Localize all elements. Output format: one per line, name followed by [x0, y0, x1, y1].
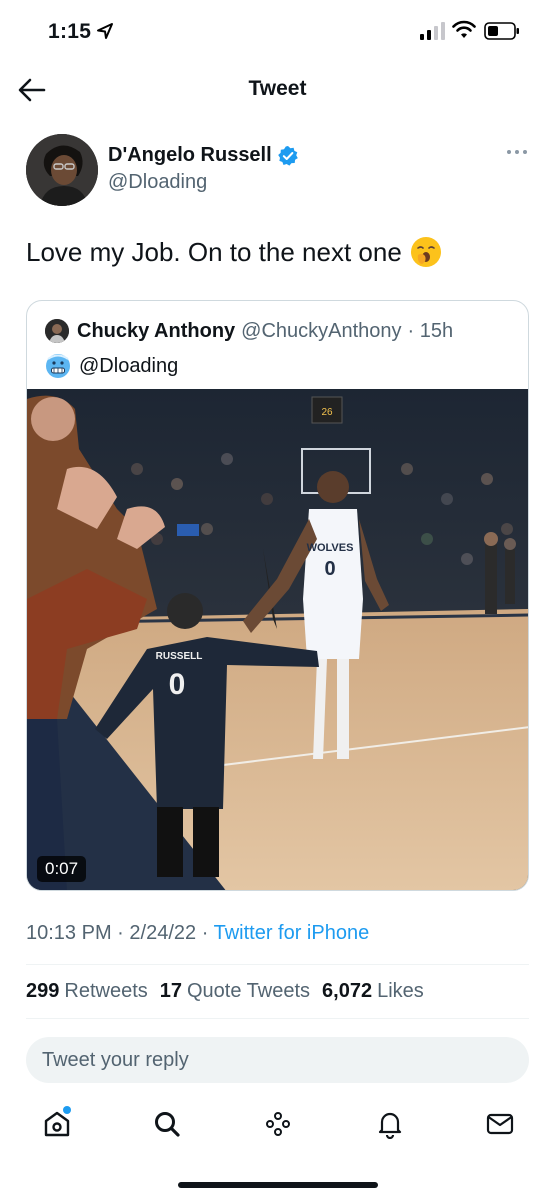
likes-stat[interactable]: 6,072 Likes	[322, 980, 424, 1003]
author-handle[interactable]: @Dloading	[108, 171, 207, 194]
video-duration: 0:07	[37, 856, 87, 882]
tab-notifications[interactable]	[370, 1104, 410, 1144]
meta-separator: ·	[117, 922, 124, 944]
home-indicator	[178, 1182, 378, 1188]
author-name[interactable]: D'Angelo Russell	[108, 144, 272, 167]
tweet-time: 10:13 PM	[26, 922, 112, 944]
wifi-icon	[452, 20, 476, 38]
quote-tweets-label: Quote Tweets	[187, 980, 311, 1002]
page-title: Tweet	[248, 77, 307, 100]
likes-label: Likes	[377, 980, 424, 1002]
tweet-meta: 10:13 PM · 2/24/22 · Twitter for iPhone	[26, 922, 369, 945]
tab-home[interactable]	[37, 1104, 77, 1144]
quoted-author-avatar[interactable]	[45, 319, 69, 343]
quoted-author-name[interactable]: Chucky Anthony	[77, 320, 235, 343]
divider	[26, 964, 529, 965]
tab-search[interactable]	[147, 1104, 187, 1144]
meta-separator: ·	[201, 922, 209, 944]
quoted-tweet-body: @Dloading	[45, 353, 178, 379]
tweet-author: D'Angelo Russell @Dloading	[26, 134, 536, 210]
svg-text:0: 0	[169, 668, 186, 701]
retweets-count: 299	[26, 980, 60, 1002]
bottom-tab-bar	[0, 1100, 555, 1150]
tweet-text: Love my Job. On to the next one	[26, 236, 402, 267]
status-time: 1:15	[48, 20, 92, 43]
verified-badge-icon	[277, 145, 298, 166]
video-thumbnail: 26 WOLVES 0 0 RUSSELL	[27, 389, 528, 890]
more-options-icon[interactable]	[506, 148, 528, 156]
author-avatar[interactable]	[26, 134, 98, 206]
tab-spaces[interactable]	[258, 1104, 298, 1144]
nav-bar: Tweet	[0, 64, 555, 116]
battery-icon	[484, 22, 519, 40]
tweet-source-link[interactable]: Twitter for iPhone	[214, 922, 370, 944]
notification-dot	[63, 1106, 71, 1114]
svg-text:26: 26	[321, 407, 333, 418]
status-bar: 1:15	[0, 0, 555, 64]
quoted-tweet-time: · 15h	[407, 319, 454, 342]
tweet-date: 2/24/22	[129, 922, 197, 944]
quoted-tweet-header: Chucky Anthony @ChuckyAnthony · 15h	[45, 319, 453, 343]
divider	[26, 1018, 529, 1019]
retweets-stat[interactable]: 299 Retweets	[26, 980, 148, 1003]
tweet-stats: 299 Retweets 17 Quote Tweets 6,072 Likes	[26, 980, 436, 1003]
notifications-icon	[378, 1112, 402, 1139]
reply-input[interactable]	[26, 1037, 529, 1083]
quoted-author-handle[interactable]: @ChuckyAnthony	[241, 320, 401, 343]
cellular-signal-icon	[420, 22, 445, 40]
location-arrow-icon	[97, 23, 113, 39]
svg-text:0: 0	[324, 558, 335, 580]
likes-count: 6,072	[322, 980, 373, 1002]
search-icon	[155, 1112, 180, 1137]
svg-text:WOLVES: WOLVES	[307, 542, 354, 554]
tweet-body: Love my Job. On to the next one	[26, 236, 442, 268]
retweets-label: Retweets	[64, 980, 148, 1002]
video-player[interactable]: 26 WOLVES 0 0 RUSSELL 0:07	[27, 389, 528, 890]
cold-face-emoji-icon	[46, 354, 70, 378]
messages-icon	[486, 1113, 514, 1135]
svg-text:RUSSELL: RUSSELL	[156, 651, 203, 662]
quote-tweets-count: 17	[159, 980, 182, 1002]
quote-tweets-stat[interactable]: 17 Quote Tweets	[160, 980, 310, 1003]
spaces-icon	[266, 1112, 290, 1136]
quoted-tweet-card[interactable]: Chucky Anthony @ChuckyAnthony · 15h @Dlo…	[26, 300, 529, 891]
tab-messages[interactable]	[480, 1104, 520, 1144]
yawning-face-emoji-icon	[410, 237, 441, 267]
quoted-tweet-mention[interactable]: @Dloading	[79, 355, 178, 378]
